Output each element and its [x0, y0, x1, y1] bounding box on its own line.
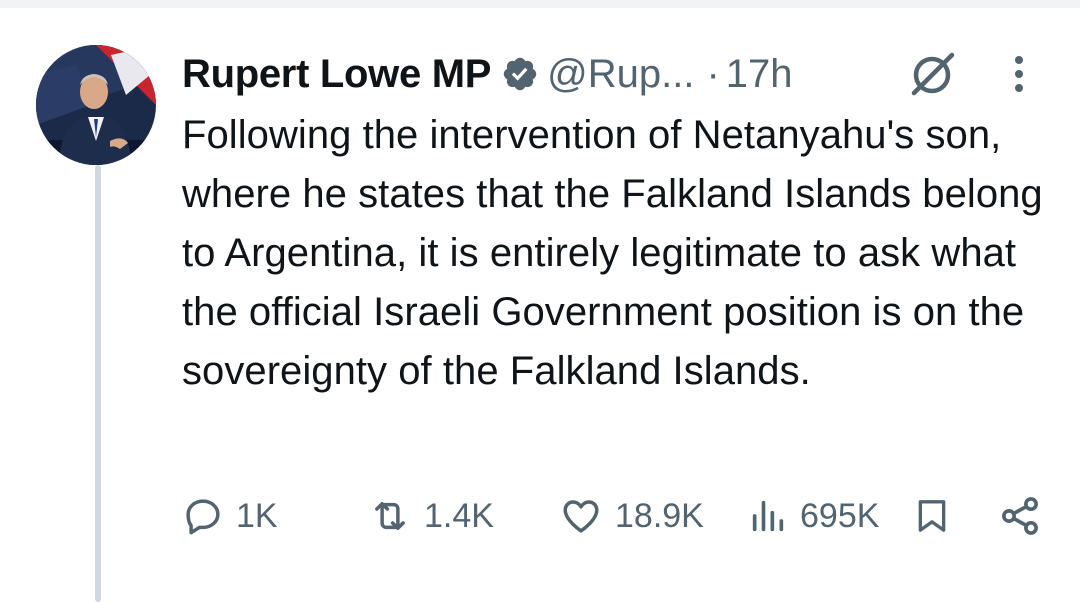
- top-divider: [0, 0, 1080, 8]
- like-button[interactable]: 18.9K: [559, 492, 704, 540]
- grok-icon[interactable]: [904, 46, 962, 102]
- reply-count: 1K: [236, 496, 278, 535]
- share-icon: [1002, 497, 1038, 535]
- separator-dot: ·: [706, 51, 720, 96]
- reply-icon: [186, 499, 220, 535]
- handle[interactable]: @Rup...: [547, 52, 694, 97]
- retweet-icon: [375, 502, 405, 530]
- retweet-count: 1.4K: [424, 496, 494, 535]
- views-count: 695K: [800, 496, 880, 535]
- bookmark-button[interactable]: [912, 492, 952, 540]
- tweet-header: Rupert Lowe MP @Rup... · 17h: [182, 46, 793, 102]
- views-icon: [752, 500, 784, 532]
- like-count: 18.9K: [615, 496, 704, 535]
- reply-button[interactable]: 1K: [182, 492, 278, 540]
- bookmark-icon: [918, 500, 946, 532]
- display-name[interactable]: Rupert Lowe MP: [182, 52, 491, 97]
- avatar[interactable]: [36, 45, 156, 165]
- share-button[interactable]: [998, 492, 1042, 540]
- retweet-button[interactable]: 1.4K: [368, 492, 494, 540]
- views-button[interactable]: 695K: [748, 492, 879, 540]
- thread-line: [95, 165, 101, 602]
- action-bar: 1K 1.4K 18.9K 695K: [182, 492, 1052, 540]
- tweet-text: Following the intervention of Netanyahu'…: [182, 113, 1043, 393]
- more-vertical-icon[interactable]: [1002, 46, 1036, 102]
- avatar-photo: [36, 45, 156, 165]
- timestamp[interactable]: 17h: [726, 52, 793, 97]
- heart-icon: [563, 500, 599, 533]
- verified-badge-icon[interactable]: [501, 55, 539, 93]
